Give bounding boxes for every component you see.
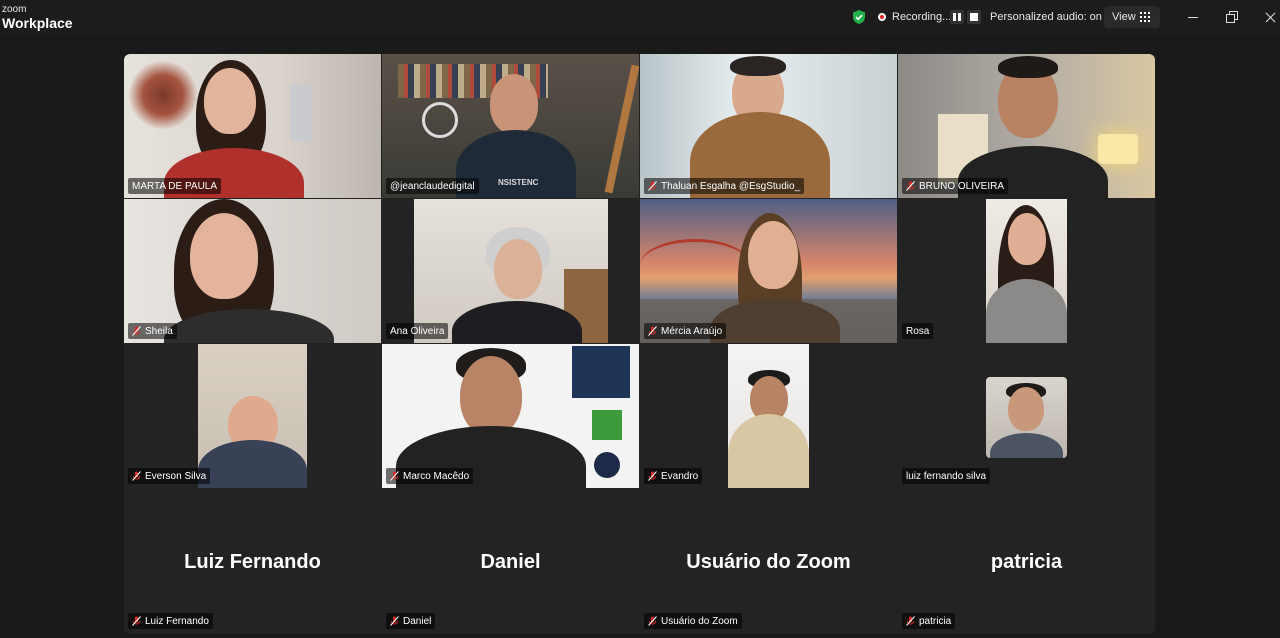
view-button[interactable]: View	[1104, 6, 1160, 28]
participant-display-name: Daniel	[480, 551, 541, 573]
participant-tile[interactable]: Rosa	[898, 199, 1155, 343]
view-label: View	[1112, 11, 1136, 23]
participant-name: Marco Macêdo	[403, 470, 470, 482]
participant-nameplate: Mércia Araújo	[644, 323, 727, 339]
participant-name: Rosa	[906, 325, 930, 337]
participant-nameplate: Everson Silva	[128, 468, 211, 484]
participant-display-name: patricia	[990, 551, 1063, 573]
muted-mic-icon	[132, 471, 141, 481]
muted-mic-icon	[648, 616, 657, 626]
participant-display-name: Luiz Fernando	[184, 551, 321, 573]
participant-video	[124, 54, 381, 198]
participant-tile[interactable]: Evandro	[640, 344, 897, 488]
participant-nameplate: Rosa	[902, 323, 934, 339]
muted-mic-icon	[648, 181, 657, 191]
participant-tile-no-video[interactable]: patricia patricia	[898, 489, 1155, 633]
participant-name: Sheila	[145, 325, 173, 337]
muted-mic-icon	[906, 616, 915, 626]
participant-name: Everson Silva	[145, 470, 207, 482]
close-window-button[interactable]	[1263, 10, 1277, 24]
participant-video: NSISTENC	[382, 54, 639, 198]
participant-tile[interactable]: Ana Oliveira	[382, 199, 639, 343]
muted-mic-icon	[906, 181, 915, 191]
participant-nameplate: BRUNO OLIVEIRA	[902, 178, 1009, 194]
participant-video	[986, 199, 1067, 343]
recording-dot-icon	[878, 13, 886, 21]
participant-name: Usuário do Zoom	[661, 615, 738, 627]
muted-mic-icon	[390, 471, 399, 481]
participant-name: Daniel	[403, 615, 432, 627]
participant-name: Mércia Araújo	[661, 325, 723, 337]
participant-nameplate: MARTA DE PAULA	[128, 178, 222, 194]
participant-video	[414, 199, 608, 343]
video-gallery: MARTA DE PAULA NSISTENC @jeanclaudedigit…	[124, 54, 1155, 634]
participant-video	[382, 344, 639, 488]
participant-tile[interactable]: BRUNO OLIVEIRA	[898, 54, 1155, 198]
participant-tile[interactable]: Thaluan Esgalha @EsgStudio_	[640, 54, 897, 198]
participant-name: luiz fernando silva	[906, 470, 987, 482]
grid-view-icon	[1140, 12, 1150, 22]
participant-display-name: Usuário do Zoom	[686, 551, 851, 573]
participant-nameplate: Marco Macêdo	[386, 468, 474, 484]
minimize-button[interactable]	[1186, 10, 1200, 24]
participant-name: @jeanclaudedigital	[390, 180, 475, 192]
participant-nameplate: Ana Oliveira	[386, 323, 449, 339]
participant-nameplate: luiz fernando silva	[902, 468, 991, 484]
muted-mic-icon	[648, 326, 657, 336]
participant-tile[interactable]: Mércia Araújo	[640, 199, 897, 343]
participant-video	[640, 199, 897, 343]
zoom-logo: zoom Workplace	[2, 4, 73, 31]
participant-video	[986, 377, 1067, 458]
participant-nameplate: Luiz Fernando	[128, 613, 213, 629]
participant-video	[640, 54, 897, 198]
restore-button[interactable]	[1225, 10, 1239, 24]
participant-name: patricia	[919, 615, 952, 627]
personalized-audio-label[interactable]: Personalized audio: on	[990, 11, 1102, 23]
participant-name: Ana Oliveira	[390, 325, 445, 337]
participant-name: BRUNO OLIVEIRA	[919, 180, 1005, 192]
participant-nameplate: patricia	[902, 613, 956, 629]
participant-tile-active-speaker[interactable]: NSISTENC @jeanclaudedigital	[382, 54, 639, 198]
participant-tile[interactable]: Sheila	[124, 199, 381, 343]
participant-nameplate: Thaluan Esgalha @EsgStudio_	[644, 178, 805, 194]
participant-name: MARTA DE PAULA	[132, 180, 218, 192]
shirt-text: NSISTENC	[498, 178, 539, 187]
participant-nameplate: @jeanclaudedigital	[386, 178, 479, 194]
stop-recording-button[interactable]	[967, 10, 981, 24]
participant-tile[interactable]: Everson Silva	[124, 344, 381, 488]
participant-nameplate: Evandro	[644, 468, 703, 484]
participant-tile-no-video[interactable]: Luiz Fernando Luiz Fernando	[124, 489, 381, 633]
shield-check-icon[interactable]	[851, 9, 867, 25]
participant-tile-no-video[interactable]: Daniel Daniel	[382, 489, 639, 633]
brand-large: Workplace	[2, 15, 73, 31]
participant-nameplate: Daniel	[386, 613, 436, 629]
participant-nameplate: Usuário do Zoom	[644, 613, 742, 629]
muted-mic-icon	[132, 326, 141, 336]
participant-tile-no-video[interactable]: Usuário do Zoom Usuário do Zoom	[640, 489, 897, 633]
participant-video	[198, 344, 307, 488]
participant-video	[124, 199, 381, 343]
participant-video	[898, 54, 1155, 198]
participant-name: Luiz Fernando	[145, 615, 209, 627]
participant-tile[interactable]: luiz fernando silva	[898, 344, 1155, 488]
brand-small: zoom	[2, 4, 27, 15]
participant-video	[728, 344, 809, 488]
muted-mic-icon	[390, 616, 399, 626]
participant-tile[interactable]: Marco Macêdo	[382, 344, 639, 488]
recording-label[interactable]: Recording...	[892, 11, 951, 23]
title-bar: zoom Workplace Recording... Personalized…	[0, 0, 1280, 36]
participant-name: Thaluan Esgalha @EsgStudio_	[661, 180, 801, 192]
participant-nameplate: Sheila	[128, 323, 177, 339]
participant-name: Evandro	[661, 470, 699, 482]
pause-recording-button[interactable]	[950, 10, 964, 24]
muted-mic-icon	[132, 616, 141, 626]
participant-tile[interactable]: MARTA DE PAULA	[124, 54, 381, 198]
muted-mic-icon	[648, 471, 657, 481]
